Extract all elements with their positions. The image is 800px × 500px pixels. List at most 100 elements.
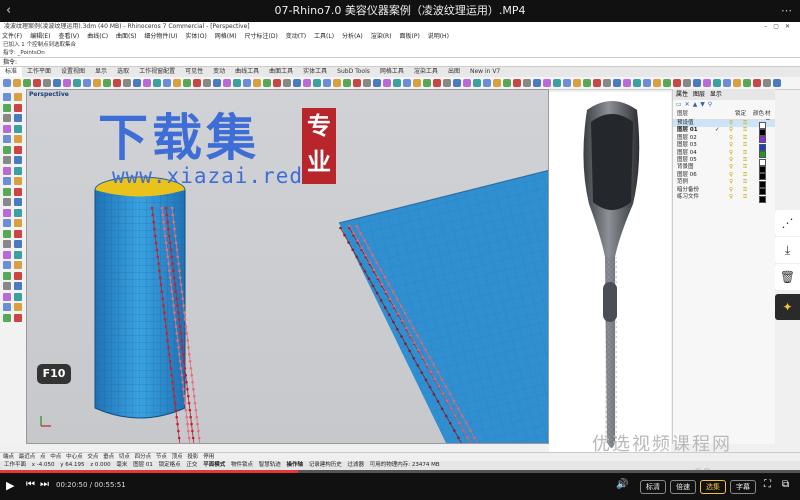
left-tool-icon[interactable] bbox=[3, 93, 11, 101]
tab-visibility[interactable]: 可见性 bbox=[180, 67, 208, 77]
tab-render-tools[interactable]: 渲染工具 bbox=[409, 67, 443, 77]
window-icon[interactable]: ⧉ bbox=[782, 479, 789, 490]
layer-row[interactable]: 图层 01 ✓ ♀ ⚿ bbox=[673, 127, 775, 136]
visibility-bulb-icon[interactable]: ♀ bbox=[729, 164, 733, 171]
left-tool-icon[interactable] bbox=[14, 282, 22, 290]
left-tool-icon[interactable] bbox=[3, 187, 11, 196]
current-layer-check-icon[interactable]: ✓ bbox=[715, 127, 720, 134]
left-tool-icon[interactable] bbox=[14, 103, 22, 112]
lock-icon[interactable]: ⚿ bbox=[743, 150, 747, 157]
toolbar-tool-icon[interactable] bbox=[163, 79, 171, 87]
layer-row[interactable]: 图层 04 ♀ ⚿ bbox=[673, 150, 775, 159]
tab-display-panel[interactable]: 显示 bbox=[710, 91, 722, 98]
snap-tangent[interactable]: 切点 bbox=[119, 454, 130, 460]
toolbar-tool-icon[interactable] bbox=[483, 79, 491, 87]
visibility-bulb-icon[interactable]: ♀ bbox=[729, 150, 733, 157]
toolbar-tool-icon[interactable] bbox=[73, 79, 81, 87]
toolbar-tool-icon[interactable] bbox=[683, 79, 691, 87]
toolbar-tool-icon[interactable] bbox=[643, 79, 651, 87]
toolbar-tool-icon[interactable] bbox=[533, 79, 541, 87]
mode-planar[interactable]: 平面模式 bbox=[203, 462, 225, 468]
left-tool-icon[interactable] bbox=[14, 250, 22, 259]
toolbar-tool-icon[interactable] bbox=[653, 79, 661, 87]
toolbar-tool-icon[interactable] bbox=[773, 79, 781, 87]
left-tool-icon[interactable] bbox=[14, 271, 22, 280]
toolbar-tool-icon[interactable] bbox=[223, 79, 231, 87]
tab-properties[interactable]: 属性 bbox=[676, 91, 688, 98]
left-tool-icon[interactable] bbox=[3, 166, 11, 175]
layer-row[interactable]: 练习文件 ♀ ⚿ bbox=[673, 194, 775, 203]
subtitle-button[interactable]: 字幕 bbox=[730, 480, 756, 494]
left-tool-icon[interactable] bbox=[3, 240, 11, 248]
menu-tools[interactable]: 工具(L) bbox=[314, 33, 334, 40]
left-tool-icon[interactable] bbox=[3, 177, 11, 185]
toolbar-tool-icon[interactable] bbox=[133, 79, 141, 87]
volume-icon[interactable]: 🔊 bbox=[616, 479, 628, 490]
toolbar-tool-icon[interactable] bbox=[523, 79, 531, 87]
snap-intersection[interactable]: 交点 bbox=[87, 454, 98, 460]
pin-icon[interactable]: ✦ bbox=[775, 294, 800, 320]
toolbar-tool-icon[interactable] bbox=[623, 79, 631, 87]
menu-transform[interactable]: 变动(T) bbox=[286, 33, 306, 40]
toolbar-tool-icon[interactable] bbox=[123, 79, 131, 87]
toolbar-tool-icon[interactable] bbox=[353, 79, 361, 87]
toolbar-tool-icon[interactable] bbox=[463, 79, 471, 87]
play-icon[interactable]: ▶ bbox=[6, 479, 14, 492]
mode-ortho[interactable]: 正交 bbox=[186, 462, 197, 468]
tab-layers[interactable]: 图层 bbox=[693, 91, 705, 98]
toolbar-tool-icon[interactable] bbox=[203, 79, 211, 87]
download-icon[interactable]: ⤓ bbox=[775, 237, 800, 263]
toolbar-tool-icon[interactable] bbox=[603, 79, 611, 87]
left-tool-icon[interactable] bbox=[14, 303, 22, 311]
left-tool-icon[interactable] bbox=[3, 103, 11, 112]
left-tool-icon[interactable] bbox=[14, 219, 22, 227]
menu-solid[interactable]: 实体(O) bbox=[185, 33, 206, 40]
mode-gumball[interactable]: 操作轴 bbox=[286, 462, 303, 468]
toolbar-tool-icon[interactable] bbox=[53, 79, 61, 87]
toolbar-tool-icon[interactable] bbox=[213, 79, 221, 87]
speed-button[interactable]: 倍速 bbox=[670, 480, 696, 494]
toolbar-tool-icon[interactable] bbox=[333, 79, 341, 87]
menu-render[interactable]: 渲染(R) bbox=[371, 33, 392, 40]
layer-row[interactable]: 背景图 ♀ ⚿ bbox=[673, 164, 775, 173]
previous-icon[interactable]: ⏮ bbox=[26, 479, 35, 490]
toolbar-tool-icon[interactable] bbox=[243, 79, 251, 87]
progress-bar[interactable] bbox=[0, 470, 800, 473]
left-tool-icon[interactable] bbox=[3, 292, 11, 301]
tab-subd-tools[interactable]: SubD Tools bbox=[332, 67, 375, 77]
menu-subd[interactable]: 细分物件(U) bbox=[144, 33, 177, 40]
left-tool-icon[interactable] bbox=[3, 250, 11, 259]
toolbar-tool-icon[interactable] bbox=[703, 79, 711, 87]
visibility-bulb-icon[interactable]: ♀ bbox=[729, 157, 733, 164]
snap-perpendicular[interactable]: 垂点 bbox=[103, 454, 114, 460]
lock-icon[interactable]: ⚿ bbox=[743, 135, 747, 142]
toolbar-tool-icon[interactable] bbox=[693, 79, 701, 87]
toolbar-tool-icon[interactable] bbox=[83, 79, 91, 87]
tab-display[interactable]: 显示 bbox=[90, 67, 112, 77]
toolbar-tool-icon[interactable] bbox=[143, 79, 151, 87]
left-tool-icon[interactable] bbox=[3, 282, 11, 290]
toolbar-tool-icon[interactable] bbox=[23, 79, 31, 87]
menu-dimension[interactable]: 尺寸标注(D) bbox=[245, 33, 278, 40]
left-tool-icon[interactable] bbox=[14, 198, 22, 206]
mode-osnap[interactable]: 物件锁点 bbox=[231, 462, 253, 468]
left-tool-icon[interactable] bbox=[14, 313, 22, 322]
toolbar-tool-icon[interactable] bbox=[313, 79, 321, 87]
visibility-bulb-icon[interactable]: ♀ bbox=[729, 135, 733, 142]
toolbar-tool-icon[interactable] bbox=[673, 79, 681, 87]
menu-analyze[interactable]: 分析(A) bbox=[342, 33, 363, 40]
toolbar-tool-icon[interactable] bbox=[563, 79, 571, 87]
visibility-bulb-icon[interactable]: ♀ bbox=[729, 120, 733, 127]
toolbar-tool-icon[interactable] bbox=[253, 79, 261, 87]
left-tool-icon[interactable] bbox=[14, 229, 22, 238]
menu-edit[interactable]: 编辑(E) bbox=[30, 33, 50, 40]
left-tool-icon[interactable] bbox=[3, 145, 11, 154]
menu-surface[interactable]: 曲面(S) bbox=[116, 33, 137, 40]
lock-icon[interactable]: ⚿ bbox=[743, 164, 747, 171]
left-tool-icon[interactable] bbox=[14, 292, 22, 301]
menu-curve[interactable]: 曲线(C) bbox=[87, 33, 108, 40]
toolbar-tool-icon[interactable] bbox=[573, 79, 581, 87]
tab-new-in-v7[interactable]: New in V7 bbox=[465, 67, 505, 77]
layer-row[interactable]: 范例 ♀ ⚿ bbox=[673, 179, 775, 188]
left-tool-icon[interactable] bbox=[3, 261, 11, 269]
